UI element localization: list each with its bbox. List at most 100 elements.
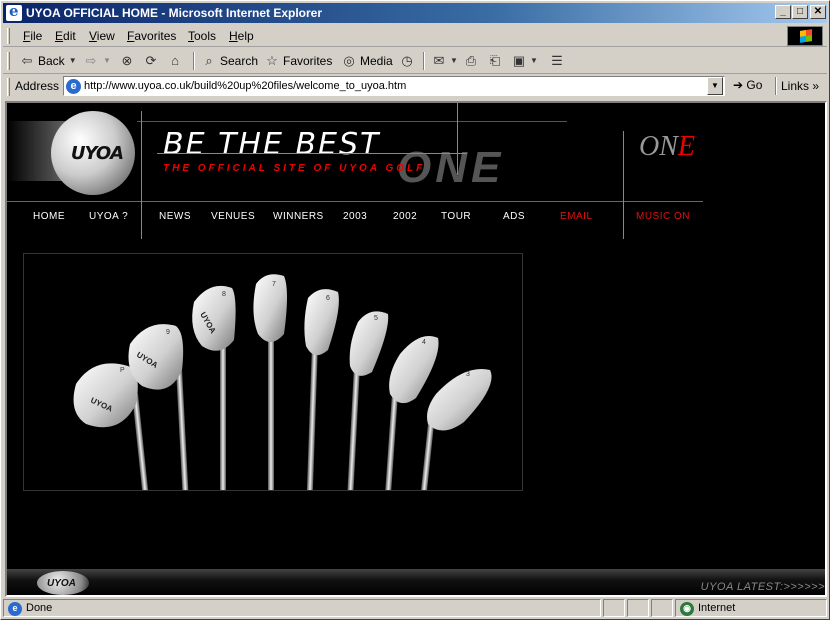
stop-button[interactable]: ⊗: [119, 52, 135, 70]
site-subtitle: THE OFFICIAL SITE OF UYOA GOLF: [163, 163, 426, 174]
latest-news-ticker[interactable]: UYOA LATEST:>>>>>>: [701, 581, 825, 593]
footer-logo-text: UYOA: [47, 578, 76, 589]
print-preview-button[interactable]: ⎗: [487, 52, 503, 70]
menu-help[interactable]: Help: [229, 29, 254, 43]
chevron-down-icon[interactable]: ▼: [530, 53, 538, 69]
print-icon: ⎙: [465, 53, 477, 68]
nav-2003[interactable]: 2003: [343, 211, 367, 222]
discuss-button[interactable]: ☰: [549, 52, 565, 70]
nav-home[interactable]: HOME: [33, 211, 65, 222]
status-text: Done: [26, 602, 53, 614]
status-panel: [603, 599, 625, 617]
nav-2002[interactable]: 2002: [393, 211, 417, 222]
chevron-down-icon[interactable]: ▼: [450, 53, 458, 69]
nav-email[interactable]: EMAIL: [560, 211, 593, 222]
mail-icon: ✉: [433, 53, 445, 68]
edit-icon: ▣: [512, 53, 526, 68]
stop-icon: ⊗: [121, 53, 133, 68]
status-panel: [651, 599, 673, 617]
windows-logo-icon: [787, 26, 823, 46]
toolbar-grip[interactable]: [7, 28, 10, 44]
address-input[interactable]: e http://www.uyoa.co.uk/build%20up%20fil…: [63, 76, 725, 96]
menu-favorites[interactable]: Favorites: [127, 29, 176, 43]
browser-window: UYOA OFFICIAL HOME - Microsoft Internet …: [0, 0, 830, 620]
nav-news[interactable]: NEWS: [159, 211, 191, 222]
close-button[interactable]: ✕: [810, 5, 826, 19]
back-button[interactable]: ⇦ Back ▼: [19, 52, 78, 70]
links-label: Links: [781, 79, 810, 93]
home-icon: ⌂: [171, 53, 179, 68]
go-button[interactable]: ➔ Go: [733, 78, 762, 92]
club-number-label: 7: [272, 281, 276, 288]
address-dropdown-button[interactable]: ▼: [707, 77, 723, 95]
decorative-line: [457, 103, 458, 175]
decorative-line: [623, 131, 624, 239]
golf-irons-photo: UYOA P UYOA 9 UYOA 8 7 6 5 4 3: [23, 253, 523, 491]
club-number-label: 5: [374, 315, 378, 322]
address-label: Address: [15, 79, 60, 93]
golf-irons-illustration: UYOA P UYOA 9 UYOA 8 7 6 5 4 3: [73, 274, 492, 490]
chevron-down-icon[interactable]: ▼: [102, 53, 112, 69]
nav-ads[interactable]: ADS: [503, 211, 525, 222]
nav-music-toggle[interactable]: MUSIC ON: [636, 211, 690, 222]
go-label: Go: [746, 78, 763, 92]
search-button[interactable]: ⌕ Search: [201, 52, 258, 70]
forward-button[interactable]: ⇨ ▼: [83, 52, 112, 70]
site-logo-text: UYOA: [70, 143, 124, 164]
chevron-right-icon: »: [812, 79, 820, 93]
back-arrow-icon: ⇦: [21, 53, 33, 68]
nav-venues[interactable]: VENUES: [211, 211, 255, 222]
media-label: Media: [360, 54, 393, 68]
nav-winners[interactable]: WINNERS: [273, 211, 324, 222]
club-number-label: 4: [422, 339, 426, 346]
print-button[interactable]: ⎙: [463, 52, 479, 70]
nav-about-uyoa[interactable]: UYOA ?: [89, 211, 128, 222]
refresh-icon: ⟳: [145, 53, 157, 68]
media-icon: ◎: [343, 53, 355, 68]
menu-edit[interactable]: Edit: [55, 29, 76, 43]
security-zone-panel[interactable]: ◉ Internet: [675, 599, 827, 617]
toolbar-grip[interactable]: [7, 52, 10, 70]
status-bar: e Done ◉ Internet: [3, 599, 827, 617]
history-icon: ◷: [401, 53, 413, 68]
minimize-button[interactable]: _: [775, 5, 791, 19]
club-pitching-wedge: UYOA P: [73, 363, 149, 490]
toolbar-separator: [423, 52, 425, 70]
search-label: Search: [220, 54, 259, 68]
address-url[interactable]: http://www.uyoa.co.uk/build%20up%20files…: [84, 80, 406, 92]
club-7-iron: 7: [253, 274, 287, 490]
page-icon: e: [66, 79, 81, 94]
edit-button[interactable]: ▣ ▼: [511, 52, 538, 70]
maximize-button[interactable]: □: [792, 5, 808, 19]
toolbar-separator: [193, 52, 195, 70]
site-tagline: BE THE BEST: [163, 127, 381, 162]
refresh-button[interactable]: ⟳: [143, 52, 159, 70]
ie-icon: [6, 2, 22, 21]
mail-button[interactable]: ✉ ▼: [431, 52, 458, 70]
one-corner-suffix: E: [677, 131, 696, 162]
menu-view[interactable]: View: [89, 29, 115, 43]
links-toolbar[interactable]: Links »: [781, 79, 819, 93]
media-button[interactable]: ◎ Media: [341, 52, 393, 70]
decorative-line: [141, 111, 142, 239]
favorites-button[interactable]: ☆ Favorites: [264, 52, 332, 70]
print-preview-icon: ⎗: [489, 53, 501, 68]
status-main-panel: e Done: [3, 599, 601, 617]
menu-file[interactable]: File: [23, 29, 42, 43]
page-footer-bar: UYOA UYOA LATEST:>>>>>>: [7, 569, 825, 595]
toolbar-grip[interactable]: [7, 78, 10, 96]
search-icon: ⌕: [205, 53, 213, 68]
zone-text: Internet: [698, 602, 736, 614]
club-number-label: 8: [222, 291, 226, 298]
menu-tools[interactable]: Tools: [188, 29, 216, 43]
title-bar[interactable]: UYOA OFFICIAL HOME - Microsoft Internet …: [3, 2, 827, 23]
one-corner-logo: ONE: [639, 131, 695, 163]
nav-tour[interactable]: TOUR: [441, 211, 471, 222]
chevron-down-icon[interactable]: ▼: [68, 53, 78, 69]
address-bar: Address e http://www.uyoa.co.uk/build%20…: [3, 75, 827, 99]
club-number-label: 9: [166, 329, 170, 336]
home-button[interactable]: ⌂: [167, 52, 183, 70]
history-button[interactable]: ◷: [399, 52, 415, 70]
club-8-iron: UYOA 8: [192, 285, 236, 490]
window-title: UYOA OFFICIAL HOME - Microsoft Internet …: [26, 6, 323, 20]
